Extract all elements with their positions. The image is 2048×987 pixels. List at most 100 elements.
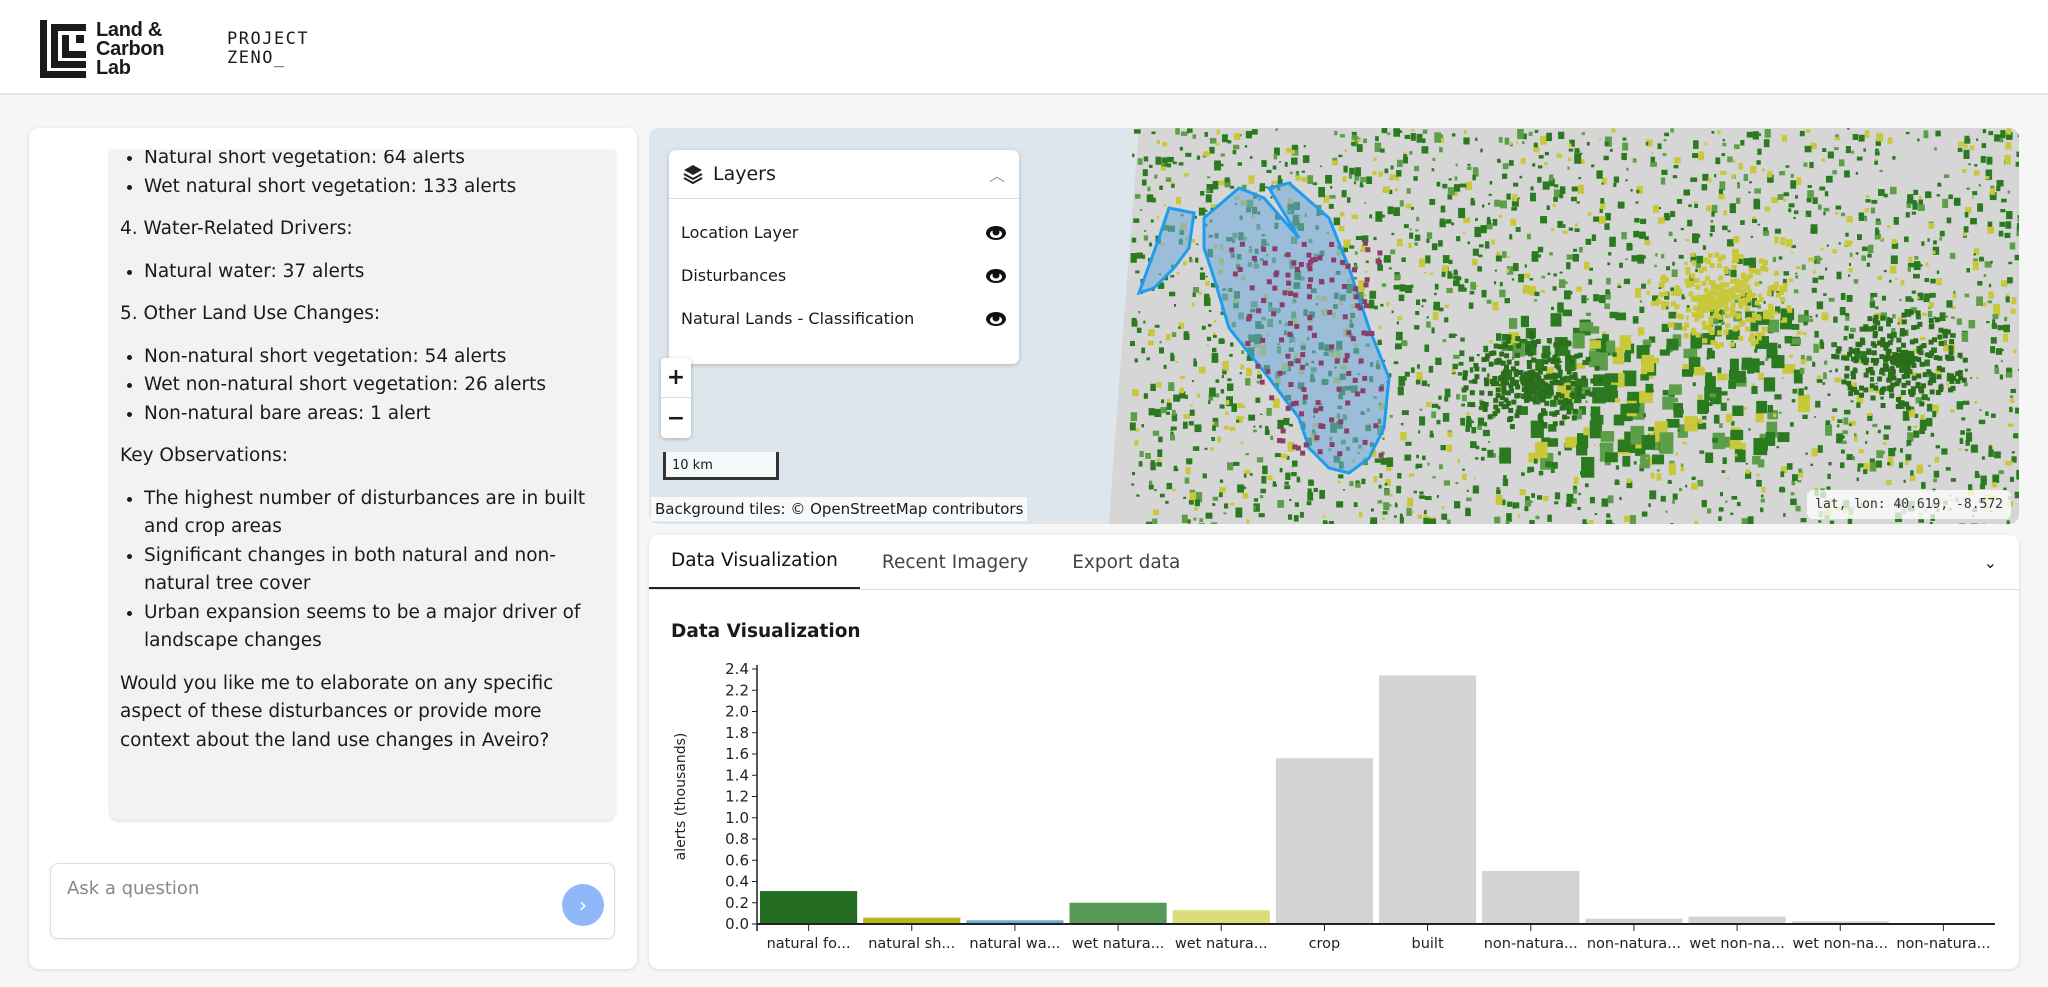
landcover-patch bbox=[1487, 414, 1493, 420]
landcover-patch bbox=[1755, 270, 1761, 276]
zoom-in-button[interactable]: + bbox=[661, 358, 691, 398]
landcover-patch bbox=[1421, 380, 1428, 387]
landcover-patch bbox=[1605, 212, 1611, 221]
landcover-patch bbox=[1870, 296, 1874, 303]
send-button[interactable]: › bbox=[562, 884, 604, 926]
landcover-patch bbox=[1536, 375, 1542, 381]
landcover-patch bbox=[1442, 265, 1449, 273]
landcover-patch bbox=[1756, 479, 1762, 487]
landcover-patch bbox=[1904, 460, 1909, 465]
map-view[interactable]: Layers ︿ Location Layer Disturbances Nat… bbox=[649, 128, 2019, 524]
landcover-patch bbox=[1549, 399, 1557, 407]
landcover-patch bbox=[1559, 186, 1566, 194]
disturbance-alert bbox=[1329, 241, 1335, 247]
landcover-patch bbox=[1494, 516, 1501, 524]
landcover-patch bbox=[1360, 176, 1366, 183]
question-input-box[interactable]: › bbox=[50, 863, 615, 939]
landcover-patch bbox=[1738, 163, 1743, 170]
landcover-patch bbox=[1395, 331, 1403, 341]
landcover-patch bbox=[1926, 403, 1933, 412]
landcover-patch bbox=[1547, 272, 1551, 275]
landcover-patch bbox=[1593, 444, 1597, 446]
landcover-patch bbox=[1738, 279, 1744, 285]
landcover-patch bbox=[1935, 445, 1940, 449]
landcover-patch bbox=[1650, 300, 1656, 306]
landcover-patch bbox=[1978, 419, 1986, 425]
landcover-patch bbox=[1737, 301, 1743, 307]
landcover-patch bbox=[1919, 428, 1925, 435]
landcover-patch bbox=[1341, 190, 1347, 198]
bullet-list: The highest number of disturbances are i… bbox=[120, 485, 591, 656]
landcover-patch bbox=[1971, 444, 1978, 453]
landcover-patch bbox=[1499, 200, 1507, 209]
landcover-patch bbox=[1453, 269, 1458, 275]
landcover-patch bbox=[1853, 358, 1859, 364]
landcover-patch bbox=[1429, 433, 1434, 438]
landcover-patch bbox=[1504, 298, 1510, 304]
landcover-patch bbox=[1744, 306, 1750, 312]
landcover-patch bbox=[1661, 253, 1665, 259]
landcover-patch bbox=[1401, 341, 1408, 346]
landcover-patch bbox=[1555, 379, 1561, 385]
landcover-patch bbox=[1414, 325, 1420, 330]
landcover-patch bbox=[1848, 423, 1852, 427]
landcover-patch bbox=[1249, 156, 1253, 159]
landcover-patch bbox=[1133, 129, 1141, 134]
landcover-patch bbox=[1890, 255, 1898, 264]
landcover-patch bbox=[1964, 448, 1969, 452]
landcover-patch bbox=[1212, 496, 1218, 501]
zoom-out-button[interactable]: − bbox=[661, 398, 691, 438]
land-carbon-lab-logo[interactable]: Land & Carbon Lab bbox=[40, 20, 165, 78]
landcover-patch bbox=[1540, 216, 1548, 224]
landcover-patch bbox=[1697, 394, 1703, 400]
landcover-patch bbox=[1663, 301, 1669, 307]
landcover-patch bbox=[1833, 316, 1838, 323]
landcover-patch bbox=[1869, 462, 1877, 472]
disturbance-alert bbox=[1377, 250, 1383, 256]
landcover-patch bbox=[1389, 494, 1393, 497]
landcover-patch bbox=[1760, 494, 1764, 498]
landcover-patch bbox=[1625, 258, 1628, 261]
eye-icon[interactable] bbox=[985, 268, 1007, 284]
landcover-patch bbox=[1962, 169, 1967, 173]
landcover-patch bbox=[1853, 389, 1859, 395]
landcover-patch bbox=[1901, 312, 1907, 318]
landcover-patch bbox=[1850, 400, 1854, 403]
landcover-patch bbox=[1788, 203, 1795, 208]
landcover-patch bbox=[1887, 333, 1893, 339]
landcover-patch bbox=[1669, 463, 1676, 469]
landcover-patch bbox=[1678, 254, 1684, 259]
layers-header[interactable]: Layers ︿ bbox=[669, 150, 1019, 199]
chevron-up-icon[interactable]: ︿ bbox=[989, 162, 1005, 186]
landcover-patch bbox=[1142, 179, 1147, 186]
landcover-patch bbox=[1454, 176, 1458, 181]
chart-bar bbox=[1069, 902, 1167, 924]
landcover-patch bbox=[1658, 206, 1661, 210]
eye-icon[interactable] bbox=[985, 225, 1007, 241]
disturbance-alert bbox=[1251, 255, 1257, 261]
landcover-patch bbox=[1514, 360, 1520, 366]
landcover-patch bbox=[1626, 478, 1632, 484]
landcover-patch bbox=[1784, 336, 1793, 344]
landcover-patch bbox=[1621, 152, 1627, 161]
question-input[interactable] bbox=[67, 878, 537, 899]
list-item: Wet non-natural short vegetation: 26 ale… bbox=[144, 371, 591, 400]
landcover-patch bbox=[1565, 385, 1571, 391]
landcover-patch bbox=[1473, 477, 1476, 480]
landcover-patch bbox=[1852, 134, 1859, 140]
eye-icon[interactable] bbox=[985, 311, 1007, 327]
landcover-patch bbox=[1960, 430, 1965, 435]
landcover-patch bbox=[1388, 267, 1392, 270]
landcover-patch bbox=[1658, 292, 1664, 298]
landcover-patch bbox=[1490, 381, 1496, 387]
landcover-patch bbox=[1459, 350, 1465, 357]
landcover-patch bbox=[1470, 442, 1477, 448]
landcover-patch bbox=[1993, 305, 2001, 316]
landcover-patch bbox=[2000, 208, 2006, 213]
landcover-patch bbox=[1723, 305, 1729, 311]
landcover-patch bbox=[1546, 338, 1552, 344]
landcover-patch bbox=[1411, 206, 1414, 210]
landcover-patch bbox=[1486, 219, 1492, 225]
landcover-patch bbox=[1255, 397, 1261, 403]
map-attribution[interactable]: Background tiles: © OpenStreetMap contri… bbox=[651, 497, 1028, 521]
